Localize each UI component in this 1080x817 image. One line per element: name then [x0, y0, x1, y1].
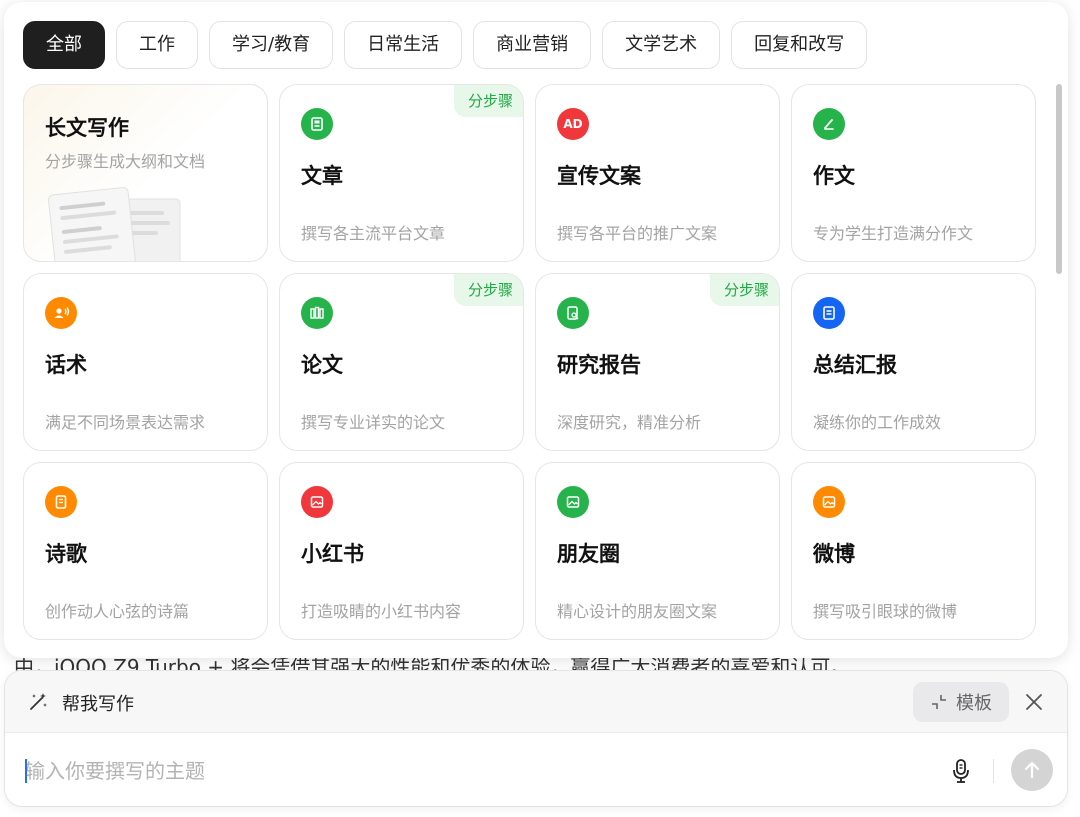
image-post-icon [813, 486, 845, 518]
article-icon [301, 108, 333, 140]
card-essay[interactable]: 作文 专为学生打造满分作文 [791, 84, 1036, 262]
card-title: 长文写作 [45, 116, 129, 140]
tab-business-marketing[interactable]: 商业营销 [473, 21, 592, 69]
arrow-up-icon [1024, 761, 1040, 779]
card-speech-script[interactable]: 话术 满足不同场景表达需求 [23, 273, 268, 451]
card-long-form-writing[interactable]: 长文写作 分步骤生成大纲和文档 [23, 84, 268, 262]
card-title: 朋友圈 [557, 542, 620, 566]
microphone-icon[interactable] [949, 757, 973, 785]
collapse-icon [932, 695, 946, 709]
step-badge: 分步骤 [453, 85, 523, 117]
category-tabs: 全部 工作 学习/教育 日常生活 商业营销 文学艺术 回复和改写 [23, 21, 868, 69]
card-desc: 专为学生打造满分作文 [813, 224, 974, 243]
document-stack-illustration [48, 187, 181, 261]
report-search-icon [557, 297, 589, 329]
card-desc: 精心设计的朋友圈文案 [557, 602, 718, 621]
card-desc: 撰写吸引眼球的微博 [813, 602, 958, 621]
card-desc: 深度研究，精准分析 [557, 413, 702, 432]
writing-mode-label: 帮我写作 [62, 694, 134, 715]
topic-input[interactable] [25, 753, 905, 789]
speaker-icon [45, 297, 77, 329]
card-title: 微博 [813, 542, 855, 566]
card-title: 论文 [301, 353, 343, 377]
magic-wand-icon [30, 693, 47, 710]
card-desc: 凝练你的工作成效 [813, 413, 942, 432]
tab-reply-rewrite[interactable]: 回复和改写 [731, 21, 868, 69]
card-title: 作文 [813, 164, 855, 188]
text-caret [25, 759, 27, 783]
card-promo-copy[interactable]: AD 宣传文案 撰写各平台的推广文案 [535, 84, 780, 262]
card-xiaohongshu[interactable]: 小红书 打造吸睛的小红书内容 [279, 462, 524, 640]
card-desc: 打造吸睛的小红书内容 [301, 602, 462, 621]
ad-icon: AD [557, 108, 589, 140]
card-title: 小红书 [301, 542, 364, 566]
card-article[interactable]: 分步骤 文章 撰写各主流平台文章 [279, 84, 524, 262]
card-desc: 满足不同场景表达需求 [45, 413, 206, 432]
card-title: 研究报告 [557, 353, 641, 377]
image-post-icon [557, 486, 589, 518]
template-grid: 长文写作 分步骤生成大纲和文档 分步骤 文章 撰写各主流平台文章 AD 宣传文案… [23, 84, 1036, 640]
card-desc: 撰写专业详实的论文 [301, 413, 446, 432]
toolbar-divider [993, 759, 994, 783]
card-title: 话术 [45, 353, 87, 377]
image-post-icon [301, 486, 333, 518]
template-button-label: 模板 [956, 693, 992, 714]
card-title: 诗歌 [45, 542, 87, 566]
composer-input-row [5, 733, 1067, 806]
card-thesis[interactable]: 分步骤 论文 撰写专业详实的论文 [279, 273, 524, 451]
pen-icon [813, 108, 845, 140]
writing-composer: 帮我写作 模板 [4, 670, 1068, 807]
card-moments[interactable]: 朋友圈 精心设计的朋友圈文案 [535, 462, 780, 640]
books-icon [301, 297, 333, 329]
card-research-report[interactable]: 分步骤 研究报告 深度研究，精准分析 [535, 273, 780, 451]
step-badge: 分步骤 [453, 274, 523, 306]
summary-doc-icon [813, 297, 845, 329]
step-badge: 分步骤 [709, 274, 779, 306]
tab-work[interactable]: 工作 [116, 21, 198, 69]
tab-daily-life[interactable]: 日常生活 [344, 21, 463, 69]
template-toggle-button[interactable]: 模板 [913, 682, 1009, 722]
poem-book-icon [45, 486, 77, 518]
send-button[interactable] [1011, 749, 1053, 791]
card-title: 文章 [301, 164, 343, 188]
tab-literature-art[interactable]: 文学艺术 [602, 21, 721, 69]
card-desc: 分步骤生成大纲和文档 [45, 152, 206, 171]
card-desc: 创作动人心弦的诗篇 [45, 602, 190, 621]
card-summary-report[interactable]: 总结汇报 凝练你的工作成效 [791, 273, 1036, 451]
card-weibo[interactable]: 微博 撰写吸引眼球的微博 [791, 462, 1036, 640]
close-icon[interactable] [1023, 691, 1045, 713]
template-panel: 全部 工作 学习/教育 日常生活 商业营销 文学艺术 回复和改写 长文写作 分步… [4, 2, 1068, 658]
tab-study-education[interactable]: 学习/教育 [209, 21, 334, 69]
card-desc: 撰写各平台的推广文案 [557, 224, 718, 243]
card-desc: 撰写各主流平台文章 [301, 224, 446, 243]
tab-all[interactable]: 全部 [23, 21, 105, 69]
panel-scrollbar[interactable] [1056, 84, 1062, 274]
card-poetry[interactable]: 诗歌 创作动人心弦的诗篇 [23, 462, 268, 640]
card-title: 总结汇报 [813, 353, 897, 377]
card-title: 宣传文案 [557, 164, 641, 188]
composer-header: 帮我写作 模板 [5, 671, 1067, 733]
